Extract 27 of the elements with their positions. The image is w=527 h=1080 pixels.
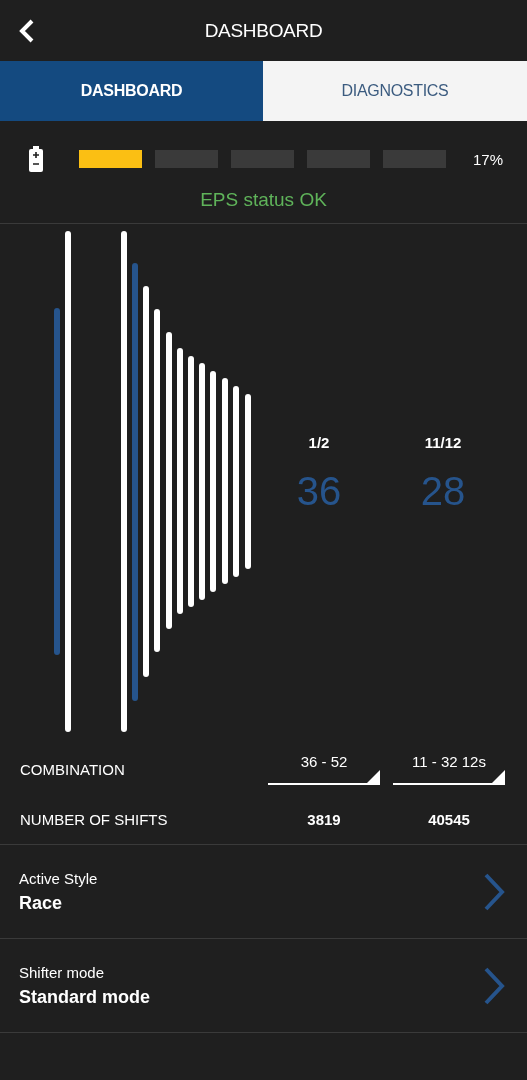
shift-count: 3819: [306, 810, 342, 828]
gear-position: 11/12: [424, 434, 462, 451]
tab[interactable]: DASHBOARD: [0, 61, 263, 121]
shifts-label: NUMBER OF SHIFTS: [20, 810, 169, 828]
setting-label: Shifter mode: [19, 963, 106, 981]
combination-label: COMBINATION: [20, 760, 126, 778]
screen-title: DASHBOARD: [204, 19, 323, 42]
gear-position: 1/2: [308, 434, 330, 451]
eps-status: EPS status OK: [199, 188, 328, 212]
battery-percentage: 17%: [472, 150, 503, 168]
chevron-right-icon: [483, 966, 505, 1005]
battery-icon: [28, 146, 44, 172]
combination-dropdown[interactable]: 36 - 52: [268, 753, 380, 785]
corner-triangle-icon: [367, 770, 380, 783]
setting-label: Active Style: [19, 869, 99, 887]
chevron-right-icon: [483, 872, 505, 911]
gear-teeth: 36: [296, 469, 342, 514]
gear-teeth: 28: [420, 469, 466, 514]
corner-triangle-icon: [492, 770, 505, 783]
setting-value: Race: [19, 892, 64, 914]
back-chevron-icon: [19, 19, 35, 43]
setting-row[interactable]: Active Style Race: [0, 845, 527, 939]
shift-count: 40545: [427, 810, 471, 828]
setting-row[interactable]: Shifter mode Standard mode: [0, 939, 527, 1033]
combination-dropdown[interactable]: 11 - 32 12s: [393, 753, 505, 785]
setting-value: Standard mode: [19, 986, 152, 1008]
tab[interactable]: DIAGNOSTICS: [263, 61, 527, 121]
